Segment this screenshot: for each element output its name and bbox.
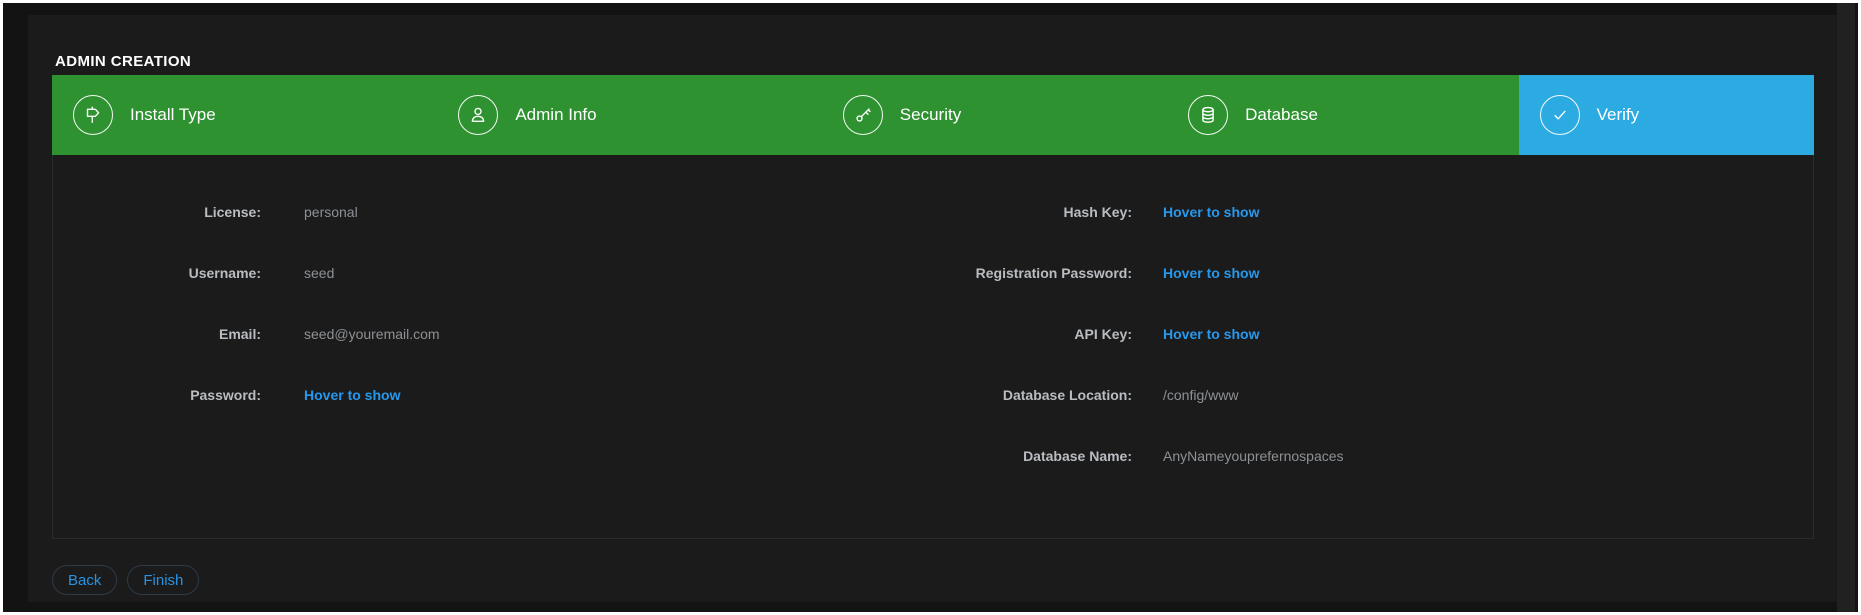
field-label: Database Location:	[933, 387, 1132, 403]
summary-row: Hash Key: Hover to show	[933, 181, 1813, 242]
field-value: seed	[261, 265, 334, 281]
field-label: Registration Password:	[933, 265, 1132, 281]
scrollbar-track[interactable]	[1837, 3, 1855, 612]
key-icon	[843, 95, 883, 135]
hover-to-show-link[interactable]: Hover to show	[261, 387, 400, 403]
summary-row: Database Name: AnyNameyouprefernospaces	[933, 425, 1813, 486]
summary-row: License: personal	[53, 181, 933, 242]
database-icon	[1188, 95, 1228, 135]
user-icon	[458, 95, 498, 135]
field-value: AnyNameyouprefernospaces	[1132, 448, 1344, 464]
signpost-icon	[73, 95, 113, 135]
hover-to-show-link[interactable]: Hover to show	[1132, 204, 1259, 220]
step-label: Admin Info	[515, 105, 596, 125]
step-label: Install Type	[130, 105, 216, 125]
summary-row: Username: seed	[53, 242, 933, 303]
field-label: License:	[53, 204, 261, 220]
hover-to-show-link[interactable]: Hover to show	[1132, 326, 1259, 342]
summary-column-right: Hash Key: Hover to show Registration Pas…	[933, 181, 1813, 486]
summary-column-left: License: personal Username: seed Email: …	[53, 181, 933, 486]
summary-row: API Key: Hover to show	[933, 303, 1813, 364]
check-icon	[1540, 95, 1580, 135]
summary-row: Database Location: /config/www	[933, 364, 1813, 425]
wizard-footer: Back Finish	[52, 565, 199, 595]
admin-creation-panel: ADMIN CREATION Install Type Admin Info S…	[28, 15, 1837, 602]
step-install-type[interactable]: Install Type	[52, 75, 437, 155]
finish-button[interactable]: Finish	[127, 565, 199, 595]
step-database[interactable]: Database	[1167, 75, 1519, 155]
field-label: API Key:	[933, 326, 1132, 342]
field-label: Email:	[53, 326, 261, 342]
page-title: ADMIN CREATION	[55, 53, 1837, 70]
field-value: personal	[261, 204, 358, 220]
field-label: Username:	[53, 265, 261, 281]
admin-creation-page: { "page": { "title": "ADMIN CREATION" },…	[0, 0, 1861, 615]
field-value: /config/www	[1132, 387, 1238, 403]
hover-to-show-link[interactable]: Hover to show	[1132, 265, 1259, 281]
step-security[interactable]: Security	[822, 75, 1167, 155]
stepper: Install Type Admin Info Security Databas…	[52, 75, 1814, 155]
field-label: Database Name:	[933, 448, 1132, 464]
summary-row: Email: seed@youremail.com	[53, 303, 933, 364]
step-admin-info[interactable]: Admin Info	[437, 75, 821, 155]
wizard-box: Install Type Admin Info Security Databas…	[52, 75, 1814, 539]
step-verify[interactable]: Verify	[1519, 75, 1814, 155]
field-label: Password:	[53, 387, 261, 403]
field-value: seed@youremail.com	[261, 326, 440, 342]
verify-summary: License: personal Username: seed Email: …	[53, 155, 1813, 486]
step-label: Database	[1245, 105, 1318, 125]
step-label: Verify	[1597, 105, 1640, 125]
field-label: Hash Key:	[933, 204, 1132, 220]
step-label: Security	[900, 105, 961, 125]
summary-row: Registration Password: Hover to show	[933, 242, 1813, 303]
summary-row: Password: Hover to show	[53, 364, 933, 425]
back-button[interactable]: Back	[52, 565, 117, 595]
